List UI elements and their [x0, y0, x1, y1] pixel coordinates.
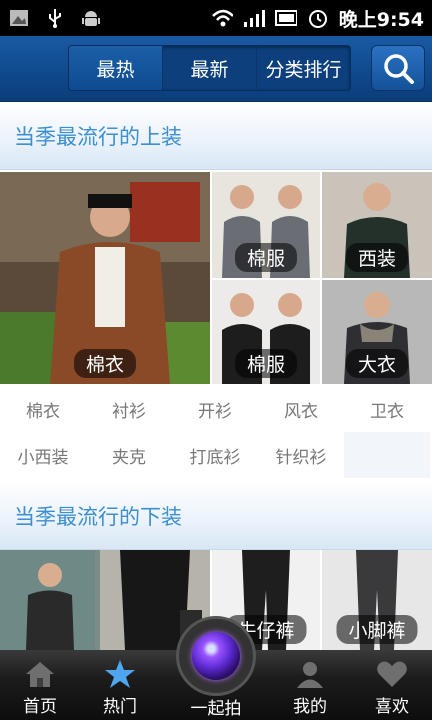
nav-mine[interactable]: 我的: [270, 650, 350, 720]
photo-caption: 大衣: [345, 349, 409, 378]
heart-icon: [376, 659, 408, 689]
category-blazer[interactable]: 小西装: [0, 432, 86, 478]
wifi-icon: [211, 8, 233, 28]
photo-caption: 棉服: [234, 243, 298, 272]
android-debug-icon: [80, 8, 102, 28]
category-jacket[interactable]: 夹克: [86, 432, 172, 478]
photo-tile-skinny-pants[interactable]: 小脚裤: [322, 550, 432, 650]
camera-label: 一起拍: [190, 699, 242, 719]
section-title-bottoms: 当季最流行的下装: [0, 482, 432, 550]
star-icon: [104, 659, 136, 689]
photo-tile-overcoat[interactable]: 大衣: [322, 280, 432, 384]
photo-tile-padded-jacket-2[interactable]: 棉服: [212, 280, 320, 384]
category-trench-coat[interactable]: 风衣: [258, 386, 344, 432]
category-grid: 棉衣 衬衫 开衫 风衣 卫衣 小西装 夹克 打底衫 针织衫: [0, 386, 432, 480]
tab-newest[interactable]: 最新: [163, 46, 257, 90]
category-knitwear[interactable]: 针织衫: [258, 432, 344, 478]
photo-caption: 棉衣: [73, 349, 137, 378]
nav-label: 喜欢: [375, 697, 409, 717]
category-base-shirt[interactable]: 打底衫: [172, 432, 258, 478]
category-empty-slot: [344, 432, 430, 478]
top-header: 最热 最新 分类排行: [0, 36, 432, 102]
signal-icon: [243, 8, 265, 28]
category-sweatshirt[interactable]: 卫衣: [344, 386, 430, 432]
nav-label: 我的: [293, 697, 327, 717]
usb-icon: [44, 8, 66, 28]
photo-tile-bottoms-1[interactable]: [0, 550, 210, 650]
search-button[interactable]: [371, 45, 425, 91]
image-notification-icon: [8, 8, 30, 28]
photo-image: [0, 550, 210, 650]
photo-caption: 棉服: [234, 349, 298, 378]
alarm-icon: [307, 8, 329, 28]
camera-button[interactable]: [176, 616, 256, 696]
photo-caption: 西装: [345, 243, 409, 272]
tab-category-ranking[interactable]: 分类排行: [257, 46, 350, 90]
photo-tile-suit[interactable]: 西装: [322, 172, 432, 278]
nav-label: 首页: [23, 697, 57, 717]
person-icon: [294, 659, 326, 689]
tab-hottest[interactable]: 最热: [69, 46, 163, 90]
status-time: 晚上9:54: [338, 8, 424, 31]
category-shirt[interactable]: 衬衫: [86, 386, 172, 432]
search-icon: [384, 54, 414, 84]
photo-tile-cotton-coat[interactable]: 棉衣: [0, 172, 210, 384]
photo-tile-padded-jacket[interactable]: 棉服: [212, 172, 320, 278]
category-cardigan[interactable]: 开衫: [172, 386, 258, 432]
home-icon: [24, 659, 56, 689]
nav-label: 热门: [103, 697, 137, 717]
tab-group: 最热 最新 分类排行: [68, 45, 351, 91]
category-cotton-coat[interactable]: 棉衣: [0, 386, 86, 432]
status-bar: 晚上9:54: [0, 0, 432, 36]
section-title-tops: 当季最流行的上装: [0, 102, 432, 170]
photo-caption: 小脚裤: [336, 615, 418, 644]
battery-icon: [274, 8, 297, 28]
nav-home[interactable]: 首页: [0, 650, 80, 720]
camera-icon: [192, 632, 240, 680]
nav-likes[interactable]: 喜欢: [352, 650, 432, 720]
nav-hot[interactable]: 热门: [80, 650, 160, 720]
